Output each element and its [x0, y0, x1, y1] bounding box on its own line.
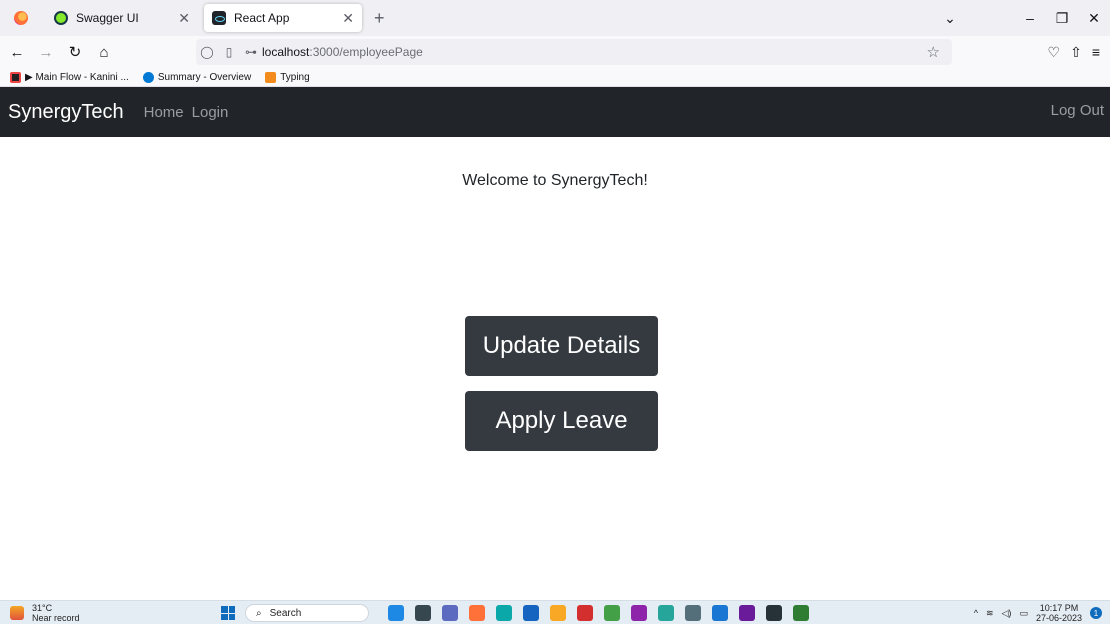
- back-icon[interactable]: ←: [5, 44, 29, 61]
- swagger-icon: [54, 11, 68, 25]
- window-controls: ⌄ – ❐ ✕: [934, 0, 1110, 36]
- reload-icon[interactable]: ↻: [63, 43, 87, 61]
- bookmark-label: Typing: [280, 71, 310, 83]
- taskbar-app-icon[interactable]: [631, 605, 647, 621]
- tab-title: React App: [234, 11, 290, 25]
- pocket-icon[interactable]: ♡: [1048, 44, 1061, 61]
- logout-link[interactable]: Log Out: [1051, 102, 1104, 119]
- taskbar-app-icon[interactable]: [577, 605, 593, 621]
- restore-icon[interactable]: ❐: [1046, 10, 1078, 27]
- bookmark-typing[interactable]: Typing: [265, 71, 310, 83]
- taskbar-app-icon[interactable]: [685, 605, 701, 621]
- star-icon[interactable]: ☆: [927, 43, 940, 61]
- browser-tab-bar: Swagger UI ✕ React App ✕ + ⌄ – ❐ ✕: [0, 0, 1110, 36]
- welcome-text: Welcome to SynergyTech!: [462, 172, 648, 189]
- taskbar-app-icon[interactable]: [766, 605, 782, 621]
- clock[interactable]: 10:17 PM 27-06-2023: [1036, 603, 1082, 623]
- weather-text: Near record: [32, 612, 80, 623]
- temperature: 31°C: [32, 602, 53, 613]
- taskbar: 31°C Near record ⌕ Search ^ ≋ ◁) ▭ 10:17…: [0, 600, 1110, 624]
- chevron-down-icon[interactable]: ⌄: [934, 10, 966, 27]
- close-icon[interactable]: ✕: [178, 10, 190, 27]
- brand-link[interactable]: SynergyTech: [8, 101, 124, 124]
- chevron-up-icon[interactable]: ^: [974, 608, 978, 618]
- start-icon[interactable]: [221, 606, 235, 620]
- taskbar-app-icon[interactable]: [793, 605, 809, 621]
- typing-icon: [265, 71, 277, 83]
- minimize-icon[interactable]: –: [1014, 10, 1046, 26]
- taskbar-app-icon[interactable]: [739, 605, 755, 621]
- bookmark-summary[interactable]: Summary - Overview: [142, 71, 252, 83]
- toolbar-right: ♡ ⇧ ≡: [1048, 36, 1100, 68]
- url-host: localhost: [262, 45, 310, 59]
- weather-icon: [10, 605, 24, 620]
- search-label: Search: [269, 607, 302, 619]
- share-icon[interactable]: ⇧: [1070, 44, 1082, 61]
- update-details-button[interactable]: Update Details: [465, 316, 658, 376]
- address-bar[interactable]: ◯ ▯ ⊶ localhost :3000/employeePage ☆: [196, 39, 952, 65]
- nav-home[interactable]: Home: [144, 104, 184, 121]
- clock-date: 27-06-2023: [1035, 613, 1082, 623]
- battery-icon[interactable]: ▭: [1019, 608, 1028, 619]
- system-tray: ^ ≋ ◁) ▭ 10:17 PM 27-06-2023 1: [974, 601, 1102, 625]
- shield-icon[interactable]: ◯: [196, 45, 218, 59]
- page-icon[interactable]: ▯: [218, 45, 240, 59]
- taskbar-app-icon[interactable]: [415, 605, 431, 621]
- url-path: :3000/employeePage: [309, 45, 423, 59]
- taskbar-apps: [388, 605, 809, 621]
- azure-icon: [142, 71, 154, 83]
- home-icon[interactable]: ⌂: [92, 44, 116, 61]
- taskbar-app-icon[interactable]: [388, 605, 404, 621]
- weather-widget[interactable]: 31°C Near record: [10, 603, 80, 623]
- new-tab-icon[interactable]: +: [374, 8, 385, 29]
- forward-icon[interactable]: →: [34, 44, 58, 61]
- bookmark-main-flow[interactable]: ▶ Main Flow - Kanini ...: [10, 71, 129, 83]
- firefox-icon[interactable]: [14, 11, 28, 25]
- clock-time: 10:17 PM: [1039, 603, 1079, 613]
- app-navbar: SynergyTech Home Login Log Out: [0, 87, 1110, 137]
- bookmarks-bar: ▶ Main Flow - Kanini ... Summary - Overv…: [0, 68, 1110, 87]
- menu-icon[interactable]: ≡: [1092, 44, 1100, 60]
- notification-badge[interactable]: 1: [1090, 607, 1102, 619]
- flow-icon: [10, 71, 21, 83]
- taskbar-app-icon[interactable]: [496, 605, 512, 621]
- taskbar-app-icon[interactable]: [550, 605, 566, 621]
- taskbar-app-icon[interactable]: [469, 605, 485, 621]
- browser-toolbar: ← → ↻ ⌂ ◯ ▯ ⊶ localhost :3000/employeePa…: [0, 36, 1110, 68]
- key-icon[interactable]: ⊶: [240, 45, 262, 59]
- close-icon[interactable]: ✕: [342, 10, 354, 27]
- volume-icon[interactable]: ◁): [1002, 608, 1012, 619]
- taskbar-app-icon[interactable]: [523, 605, 539, 621]
- nav-login[interactable]: Login: [192, 104, 229, 121]
- tab-react-app[interactable]: React App ✕: [204, 4, 362, 32]
- taskbar-app-icon[interactable]: [712, 605, 728, 621]
- search-icon: ⌕: [256, 607, 262, 619]
- close-window-icon[interactable]: ✕: [1078, 10, 1110, 27]
- bookmark-label: ▶ Main Flow - Kanini ...: [25, 71, 129, 83]
- tab-swagger-ui[interactable]: Swagger UI ✕: [46, 4, 198, 32]
- taskbar-app-icon[interactable]: [442, 605, 458, 621]
- taskbar-app-icon[interactable]: [658, 605, 674, 621]
- taskbar-app-icon[interactable]: [604, 605, 620, 621]
- tab-title: Swagger UI: [76, 11, 139, 25]
- wifi-icon[interactable]: ≋: [986, 608, 994, 619]
- taskbar-search[interactable]: ⌕ Search: [245, 604, 369, 622]
- react-icon: [212, 11, 226, 25]
- apply-leave-button[interactable]: Apply Leave: [465, 391, 658, 451]
- bookmark-label: Summary - Overview: [157, 71, 252, 83]
